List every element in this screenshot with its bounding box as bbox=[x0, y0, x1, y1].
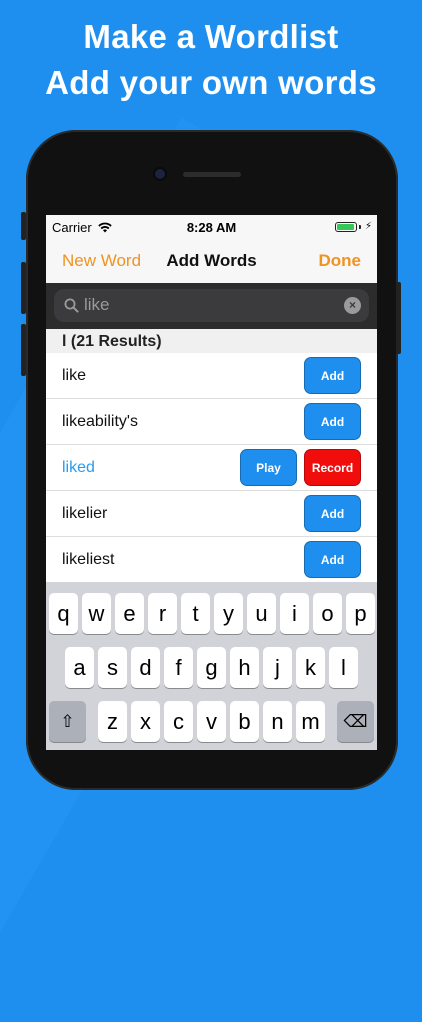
shift-key[interactable]: ⇧ bbox=[49, 701, 86, 742]
add-button[interactable]: Add bbox=[304, 357, 361, 394]
key-f[interactable]: f bbox=[164, 647, 193, 688]
search-input[interactable] bbox=[84, 294, 334, 316]
battery-icon bbox=[334, 221, 357, 232]
word-label: likelier bbox=[62, 505, 108, 522]
key-t[interactable]: t bbox=[181, 593, 210, 634]
earpiece-speaker bbox=[183, 172, 241, 177]
add-button[interactable]: Add bbox=[304, 541, 361, 578]
search-bar: × bbox=[46, 283, 377, 329]
key-v[interactable]: v bbox=[197, 701, 226, 742]
key-e[interactable]: e bbox=[115, 593, 144, 634]
front-camera bbox=[155, 169, 165, 179]
key-s[interactable]: s bbox=[98, 647, 127, 688]
volume-up-button bbox=[21, 262, 26, 314]
key-g[interactable]: g bbox=[197, 647, 226, 688]
search-field[interactable]: × bbox=[54, 289, 369, 322]
word-label: likeliest bbox=[62, 551, 115, 568]
key-l[interactable]: l bbox=[329, 647, 358, 688]
list-item[interactable]: likelier Add bbox=[46, 491, 377, 537]
list-item[interactable]: like Add bbox=[46, 353, 377, 399]
key-z[interactable]: z bbox=[98, 701, 127, 742]
clear-search-icon[interactable]: × bbox=[344, 297, 361, 314]
key-a[interactable]: a bbox=[65, 647, 94, 688]
key-u[interactable]: u bbox=[247, 593, 276, 634]
key-y[interactable]: y bbox=[214, 593, 243, 634]
list-item-selected[interactable]: liked Play Record bbox=[46, 445, 377, 491]
delete-key[interactable]: ⌫ bbox=[337, 701, 374, 742]
word-label: like bbox=[62, 367, 87, 384]
key-p[interactable]: p bbox=[346, 593, 375, 634]
clock: 8:28 AM bbox=[186, 220, 237, 235]
key-b[interactable]: b bbox=[230, 701, 259, 742]
list-item[interactable]: likeability's Add bbox=[46, 399, 377, 445]
list-item[interactable]: likeliest Add bbox=[46, 537, 377, 582]
search-icon bbox=[64, 298, 79, 318]
word-label: liked bbox=[62, 459, 95, 476]
charging-bolt-icon: ⚡ bbox=[364, 221, 372, 232]
volume-down-button bbox=[21, 324, 26, 376]
key-h[interactable]: h bbox=[230, 647, 259, 688]
key-w[interactable]: w bbox=[82, 593, 111, 634]
play-button[interactable]: Play bbox=[240, 449, 297, 486]
mute-switch bbox=[21, 212, 26, 240]
key-r[interactable]: r bbox=[148, 593, 177, 634]
key-d[interactable]: d bbox=[131, 647, 160, 688]
results-count-label: l (21 Results) bbox=[62, 333, 162, 350]
status-bar: Carrier 8:28 AM ⚡ bbox=[46, 215, 377, 239]
add-button[interactable]: Add bbox=[304, 495, 361, 532]
key-i[interactable]: i bbox=[280, 593, 309, 634]
record-button[interactable]: Record bbox=[304, 449, 361, 486]
key-k[interactable]: k bbox=[296, 647, 325, 688]
headline-line-2: Add your own words bbox=[45, 64, 377, 101]
word-label: likeability's bbox=[62, 413, 138, 430]
key-o[interactable]: o bbox=[313, 593, 342, 634]
power-button bbox=[396, 282, 401, 354]
key-n[interactable]: n bbox=[263, 701, 292, 742]
key-q[interactable]: q bbox=[49, 593, 78, 634]
key-c[interactable]: c bbox=[164, 701, 193, 742]
results-list: like Add likeability's Add liked Play Re… bbox=[46, 353, 377, 582]
results-section-header: l (21 Results) bbox=[46, 329, 377, 353]
phone-screen: Carrier 8:28 AM ⚡ New Word Add Words Don… bbox=[46, 215, 377, 750]
key-x[interactable]: x bbox=[131, 701, 160, 742]
add-button[interactable]: Add bbox=[304, 403, 361, 440]
key-m[interactable]: m bbox=[296, 701, 325, 742]
battery-indicator: ⚡ bbox=[334, 221, 372, 232]
keyboard: q w e r t y u i o p a s d f g h j k l ⇧ … bbox=[46, 582, 377, 750]
headline-line-1: Make a Wordlist bbox=[83, 18, 339, 55]
navigation-bar: New Word Add Words Done bbox=[46, 241, 377, 283]
done-button[interactable]: Done bbox=[319, 251, 362, 271]
key-j[interactable]: j bbox=[263, 647, 292, 688]
